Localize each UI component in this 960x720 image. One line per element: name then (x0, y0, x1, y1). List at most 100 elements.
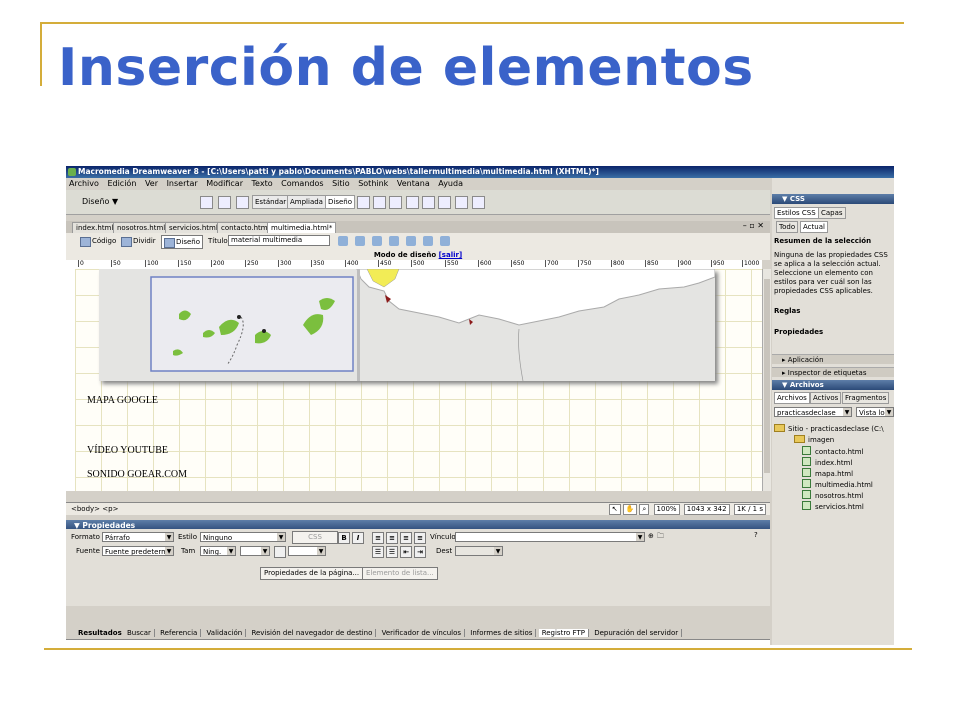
scrollbar-thumb[interactable] (764, 279, 770, 473)
outdent-icon[interactable]: ⇤ (400, 546, 412, 558)
page-properties-button[interactable]: Propiedades de la página... (260, 567, 364, 580)
tab-todo[interactable]: Todo (776, 221, 799, 233)
standard-mode-button[interactable]: Estándar (252, 195, 290, 209)
file-item[interactable]: multimedia.html (774, 479, 892, 490)
file-item[interactable]: index.html (774, 457, 892, 468)
exit-mode-link[interactable]: [salir] (439, 251, 463, 259)
tab-registro-ftp[interactable]: Registro FTP (538, 629, 589, 637)
point-to-file-icon[interactable]: ⊕ (648, 532, 654, 540)
table-icon[interactable] (218, 196, 231, 209)
window-size-select[interactable]: 1043 x 342 (683, 504, 730, 515)
tab-depuracion-servidor[interactable]: Depuración del servidor (591, 629, 683, 637)
layout-cell-icon[interactable] (373, 196, 386, 209)
files-panel-header[interactable]: ▼ Archivos (772, 380, 894, 390)
menu-sothink[interactable]: Sothink (355, 179, 391, 188)
file-item[interactable]: mapa.html (774, 468, 892, 479)
menu-ventana[interactable]: Ventana (394, 179, 433, 188)
frames-icon[interactable] (389, 196, 402, 209)
menu-texto[interactable]: Texto (249, 179, 276, 188)
split-view-button[interactable]: Dividir (119, 235, 158, 247)
tabular-data-icon[interactable] (472, 196, 485, 209)
insert-column-icon[interactable] (422, 196, 435, 209)
sound-goear-label[interactable]: SONIDO GOEAR.COM (87, 469, 187, 480)
indent-icon[interactable]: ⇥ (414, 546, 426, 558)
tab-capas[interactable]: Capas (818, 207, 846, 219)
menu-modificar[interactable]: Modificar (203, 179, 246, 188)
table-settings-icon[interactable] (438, 196, 451, 209)
window-titlebar[interactable]: Macromedia Dreamweaver 8 - [C:\Users\pat… (66, 166, 894, 178)
list-item-button[interactable]: Elemento de lista... (362, 567, 438, 580)
target-select[interactable] (455, 546, 503, 556)
bold-button[interactable]: B (338, 532, 350, 544)
file-management-icon[interactable] (338, 236, 348, 246)
tag-selector[interactable]: <body> <p> (71, 505, 118, 513)
help-icon[interactable]: ? (754, 531, 758, 539)
layout-table-icon[interactable] (357, 196, 370, 209)
browse-folder-icon[interactable]: 🗀 (657, 532, 664, 543)
align-right-icon[interactable]: ≡ (400, 532, 412, 544)
view-options-icon[interactable] (423, 236, 433, 246)
tab-informes-sitios[interactable]: Informes de sitios (467, 629, 537, 637)
menu-sitio[interactable]: Sitio (329, 179, 353, 188)
frame-icon[interactable] (236, 196, 249, 209)
file-item[interactable]: contacto.html (774, 446, 892, 457)
results-header[interactable]: Resultados (66, 629, 122, 637)
menu-edicion[interactable]: Edición (104, 179, 139, 188)
insert-row-icon[interactable] (406, 196, 419, 209)
tab-buscar[interactable]: Buscar (123, 629, 155, 637)
zoom-tool-icon[interactable]: ⌕ (639, 504, 650, 515)
application-panel-header[interactable]: ▸ Aplicación (772, 354, 894, 364)
align-center-icon[interactable]: ≡ (386, 532, 398, 544)
code-view-button[interactable]: Código (78, 235, 118, 247)
format-select[interactable]: Párrafo (102, 532, 174, 542)
align-justify-icon[interactable]: ≡ (414, 532, 426, 544)
menu-ayuda[interactable]: Ayuda (435, 179, 466, 188)
preview-browser-icon[interactable] (355, 236, 365, 246)
map-image[interactable] (99, 269, 715, 381)
menu-insertar[interactable]: Insertar (164, 179, 201, 188)
ordered-list-icon[interactable]: ☰ (386, 546, 398, 558)
align-left-icon[interactable]: ≡ (372, 532, 384, 544)
layer-icon[interactable] (200, 196, 213, 209)
view-select[interactable]: Vista local (856, 407, 894, 417)
menu-comandos[interactable]: Comandos (278, 179, 326, 188)
zoom-level-select[interactable]: 100% (653, 504, 680, 515)
check-errors-icon[interactable] (372, 236, 382, 246)
italic-button[interactable]: I (352, 532, 364, 544)
link-input[interactable] (455, 532, 645, 542)
size-select[interactable]: Ning. (200, 546, 236, 556)
font-select[interactable]: Fuente predeterm (102, 546, 174, 556)
site-select[interactable]: practicasdeclase (774, 407, 852, 417)
map-google-label[interactable]: MAPA GOOGLE (87, 395, 158, 406)
tab-revision-navegador[interactable]: Revisión del navegador de destino (248, 629, 377, 637)
style-select[interactable]: Ninguno (200, 532, 286, 542)
css-panel-header[interactable]: ▼ CSS (772, 194, 894, 204)
video-youtube-label[interactable]: VÍDEO YOUTUBE (87, 445, 168, 456)
tab-referencia[interactable]: Referencia (157, 629, 202, 637)
tab-archivos[interactable]: Archivos (774, 392, 810, 404)
canvas-scrollbar[interactable] (762, 269, 771, 491)
tab-estilos-css[interactable]: Estilos CSS (774, 207, 819, 219)
file-item[interactable]: servicios.html (774, 501, 892, 512)
site-root[interactable]: Sitio - practicasdeclase (C:\ (774, 424, 892, 435)
frames-menu-icon[interactable] (455, 196, 468, 209)
menu-ver[interactable]: Ver (142, 179, 161, 188)
document-window-controls[interactable]: – ▫ ✕ (743, 221, 764, 230)
browser-check-icon[interactable] (389, 236, 399, 246)
css-button[interactable]: CSS (292, 531, 338, 544)
tab-verificador-vinculos[interactable]: Verificador de vínculos (378, 629, 466, 637)
file-item[interactable]: imagen (774, 435, 892, 446)
insert-category-menu[interactable]: Diseño ▼ (82, 197, 118, 206)
tab-activos[interactable]: Activos (810, 392, 842, 404)
layout-mode-button[interactable]: Diseño (325, 195, 356, 209)
tab-validacion[interactable]: Validación (203, 629, 247, 637)
tab-actual[interactable]: Actual (800, 221, 828, 233)
select-tool-icon[interactable]: ↖ (608, 504, 621, 515)
visual-aids-icon[interactable] (440, 236, 450, 246)
design-view-button[interactable]: Diseño (161, 235, 204, 249)
unordered-list-icon[interactable]: ☰ (372, 546, 384, 558)
menu-archivo[interactable]: Archivo (66, 179, 102, 188)
hand-tool-icon[interactable]: ✋ (622, 504, 638, 515)
file-item[interactable]: nosotros.html (774, 490, 892, 501)
text-color-icon[interactable] (274, 546, 286, 558)
